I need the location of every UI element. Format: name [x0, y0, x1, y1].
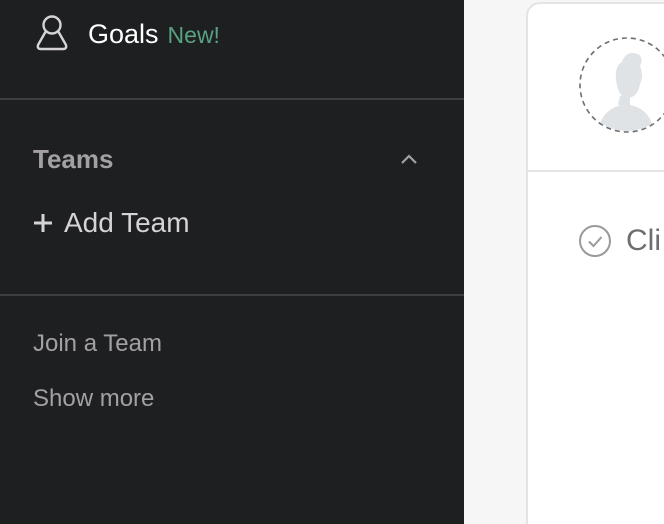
- show-more-link[interactable]: Show more: [33, 385, 154, 413]
- goals-person-icon: [36, 15, 68, 51]
- divider: [0, 294, 464, 296]
- sidebar-item-goals[interactable]: Goals New!: [0, 0, 464, 70]
- add-team-label: Add Team: [64, 207, 190, 238]
- teams-section-header[interactable]: Teams: [33, 139, 423, 179]
- task-title[interactable]: Cli: [626, 224, 661, 258]
- check-circle-icon[interactable]: [578, 224, 612, 258]
- sidebar: Goals New! Teams Add Team Join a Team Sh…: [0, 0, 464, 524]
- goals-label: Goals: [88, 18, 159, 49]
- join-team-link[interactable]: Join a Team: [33, 330, 162, 358]
- avatar-placeholder-icon[interactable]: [578, 36, 664, 134]
- plus-icon: [34, 214, 52, 232]
- new-badge: New!: [167, 21, 220, 48]
- divider: [0, 98, 464, 100]
- task-row: Cli: [578, 224, 661, 258]
- task-detail-card: Cli: [526, 2, 664, 524]
- add-team-button[interactable]: Add Team: [32, 207, 190, 239]
- card-divider: [528, 170, 664, 172]
- chevron-up-icon[interactable]: [399, 152, 419, 166]
- teams-title: Teams: [33, 143, 114, 174]
